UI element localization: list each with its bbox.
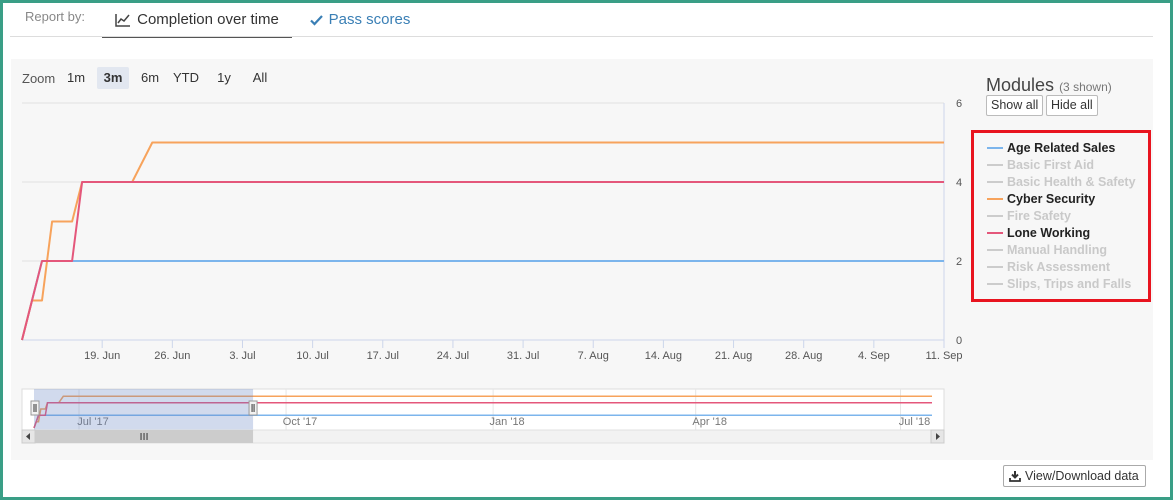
y-tick-label: 4 — [956, 177, 962, 189]
x-tick-label: 26. Jun — [154, 350, 190, 362]
view-download-label: View/Download data — [1025, 469, 1139, 483]
navigator-tick-label: Oct '17 — [283, 416, 318, 428]
legend-item-label: Manual Handling — [1007, 242, 1107, 257]
legend-swatch — [987, 282, 1003, 285]
y-tick-label: 6 — [956, 98, 962, 110]
navigator-tick-label: Jan '18 — [490, 416, 525, 428]
legend-item-label: Basic First Aid — [1007, 157, 1095, 172]
legend-item-label: Risk Assessment — [1007, 259, 1111, 274]
legend-item-label: Basic Health & Safety — [1007, 174, 1136, 189]
legend-item-basic-first-aid[interactable]: Basic First Aid — [987, 156, 1094, 173]
x-tick-label: 19. Jun — [84, 350, 120, 362]
y-tick-label: 2 — [956, 256, 962, 268]
legend-swatch — [987, 231, 1003, 234]
legend-item-label: Fire Safety — [1007, 208, 1071, 223]
navigator-handle-left[interactable] — [30, 400, 40, 416]
legend-item-label: Lone Working — [1007, 225, 1091, 240]
legend-item-label: Slips, Trips and Falls — [1007, 276, 1132, 291]
navigator-tick-label: Jul '18 — [899, 416, 930, 428]
legend-item-label: Age Related Sales — [1007, 140, 1116, 155]
legend-swatch — [987, 180, 1003, 183]
x-tick-label: 11. Sep — [925, 350, 962, 362]
legend-item-label: Cyber Security — [1007, 191, 1096, 206]
show-all-button[interactable]: Show all — [986, 95, 1044, 116]
x-tick-label: 31. Jul — [507, 350, 539, 362]
navigator-handle-right[interactable] — [248, 400, 258, 416]
legend-swatch — [987, 163, 1003, 166]
legend-title: Modules (3 shown) — [986, 75, 1112, 96]
y-tick-label: 0 — [956, 335, 962, 347]
legend-item-lone-working[interactable]: Lone Working — [987, 224, 1090, 241]
legend-item-age-related-sales[interactable]: Age Related Sales — [987, 139, 1115, 156]
series-line-cyber-security[interactable] — [21, 141, 944, 341]
download-icon — [1009, 471, 1021, 482]
x-tick-label: 21. Aug — [715, 350, 752, 362]
x-tick-label: 14. Aug — [645, 350, 682, 362]
navigator-selection[interactable] — [34, 389, 254, 430]
hide-all-button[interactable]: Hide all — [1046, 95, 1098, 116]
x-tick-label: 24. Jul — [437, 350, 469, 362]
legend-shown-count: (3 shown) — [1059, 80, 1112, 94]
legend-item-basic-health-safety[interactable]: Basic Health & Safety — [987, 173, 1136, 190]
legend-item-cyber-security[interactable]: Cyber Security — [987, 190, 1095, 207]
legend-swatch — [987, 214, 1003, 217]
legend-item-fire-safety[interactable]: Fire Safety — [987, 207, 1071, 224]
x-tick-label: 17. Jul — [367, 350, 399, 362]
x-tick-label: 28. Aug — [785, 350, 822, 362]
legend-item-manual-handling[interactable]: Manual Handling — [987, 241, 1107, 258]
legend-swatch — [987, 265, 1003, 268]
x-tick-label: 3. Jul — [229, 350, 255, 362]
series-line-age-related-sales[interactable] — [21, 260, 944, 341]
legend-title-text: Modules — [986, 75, 1055, 95]
legend-swatch — [987, 248, 1003, 251]
view-download-button[interactable]: View/Download data — [1003, 465, 1146, 487]
legend-item-risk-assessment[interactable]: Risk Assessment — [987, 258, 1110, 275]
legend-item-slips-trips-and-falls[interactable]: Slips, Trips and Falls — [987, 275, 1131, 292]
legend-swatch — [987, 146, 1003, 149]
navigator-tick-label: Apr '18 — [692, 416, 727, 428]
x-tick-label: 4. Sep — [858, 350, 890, 362]
legend-swatch — [987, 197, 1003, 200]
x-tick-label: 7. Aug — [578, 350, 609, 362]
x-tick-label: 10. Jul — [296, 350, 328, 362]
